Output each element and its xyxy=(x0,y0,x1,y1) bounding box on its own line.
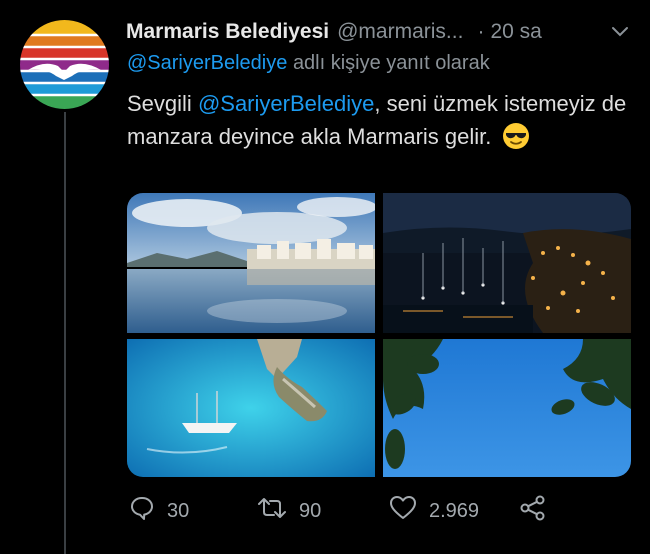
retweet-count: 90 xyxy=(299,499,322,522)
reply-count: 30 xyxy=(167,499,190,522)
separator-dot: · xyxy=(477,20,485,43)
reply-context: @SariyerBelediye adlı kişiye yanıt olara… xyxy=(127,52,490,75)
municipality-logo xyxy=(20,20,109,109)
retweet-icon xyxy=(257,495,299,527)
reply-suffix: adlı kişiye yanıt olarak xyxy=(292,52,490,74)
retweet-button[interactable]: 90 xyxy=(257,494,321,528)
share-icon xyxy=(519,494,559,528)
sunglasses-emoji-icon xyxy=(502,122,530,159)
tweet-text-part1: Sevgili xyxy=(127,91,192,116)
share-button[interactable] xyxy=(519,494,559,528)
tweet-text: Sevgili @SariyerBelediye, seni üzmek ist… xyxy=(127,87,637,159)
user-handle[interactable]: @marmaris... xyxy=(337,20,463,44)
reply-mention-link[interactable]: @SariyerBelediye xyxy=(127,52,287,74)
avatar[interactable] xyxy=(20,20,109,109)
reply-icon xyxy=(129,495,167,527)
reply-button[interactable]: 30 xyxy=(129,494,189,528)
timestamp[interactable]: 20 sa xyxy=(490,20,541,44)
photo-sky-leaves[interactable] xyxy=(383,339,631,477)
thread-line xyxy=(64,112,66,554)
chevron-down-icon[interactable] xyxy=(610,22,630,47)
photo-harbor-reflection[interactable] xyxy=(127,193,375,333)
heart-icon xyxy=(389,495,429,527)
like-button[interactable]: 2.969 xyxy=(389,494,479,528)
photo-night-marina[interactable] xyxy=(383,193,631,333)
media-grid xyxy=(127,193,631,477)
tweet-mention-link[interactable]: @SariyerBelediye xyxy=(198,91,374,116)
display-name[interactable]: Marmaris Belediyesi xyxy=(126,20,329,44)
like-count: 2.969 xyxy=(429,499,480,522)
photo-turquoise-sea-boat[interactable] xyxy=(127,339,375,477)
tweet-header: Marmaris Belediyesi @marmaris... · 20 sa xyxy=(126,16,636,48)
tweet-actions: 30 90 2.969 xyxy=(127,494,557,528)
